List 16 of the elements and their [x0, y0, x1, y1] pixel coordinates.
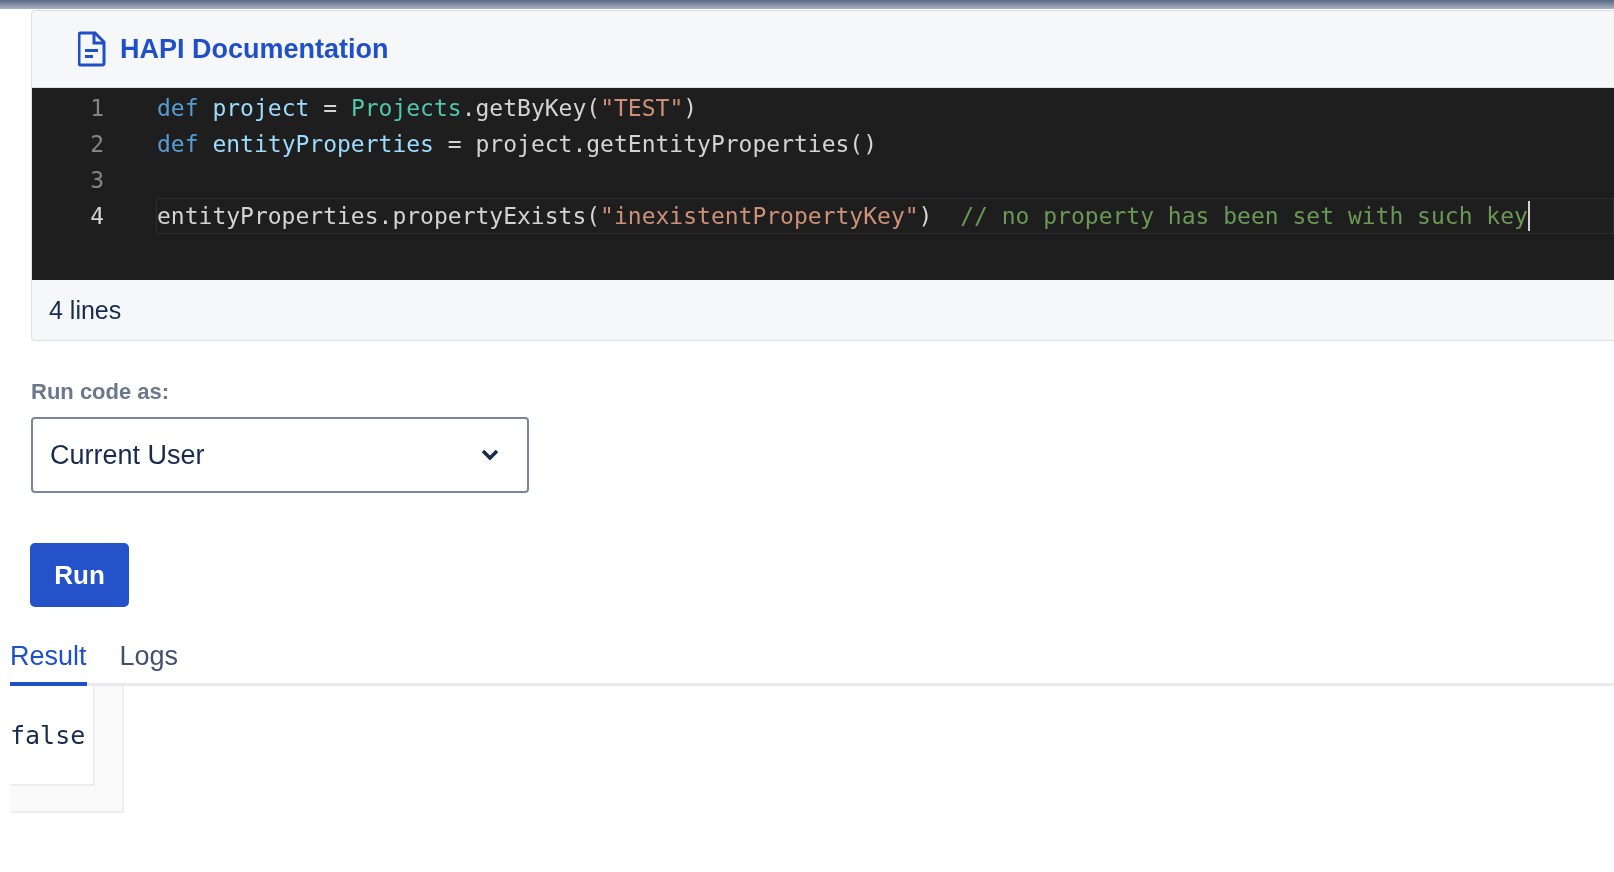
run-button[interactable]: Run [30, 543, 129, 607]
code-editor[interactable]: 1 def project = Projects.getByKey("TEST") 2 def entityProperties = project.getEntityProperties() 3 4 entityProperties.propertyExists("inexistentPropertyKey") // no property has been set with such key [32, 88, 1614, 280]
document-icon [78, 31, 106, 67]
line-number: 1 [89, 95, 104, 121]
chevron-down-icon [481, 449, 499, 461]
tab[interactable]: Logs [119, 637, 179, 686]
line-count: 4 lines [49, 295, 122, 325]
line-number: 2 [89, 131, 104, 157]
documentation-link[interactable]: HAPI Documentation [120, 33, 389, 65]
code-line: def entityProperties = project.getEntityProperties() [156, 130, 879, 159]
line-number: 3 [89, 167, 104, 193]
line-number: 4 [89, 203, 104, 229]
run-as-label: Run code as: [31, 379, 171, 405]
code-line: def project = Projects.getByKey("TEST") [156, 94, 699, 123]
run-as-dropdown[interactable]: Current User [31, 417, 529, 493]
result-value: false [10, 720, 86, 750]
